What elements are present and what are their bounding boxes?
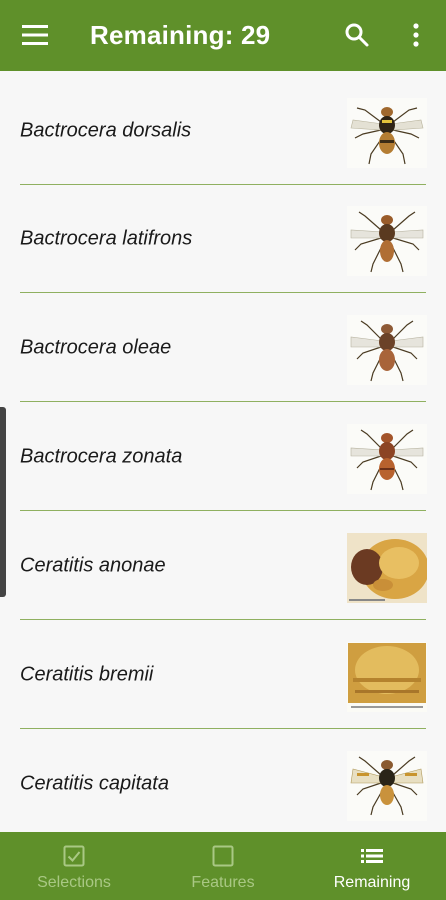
list-icon: [361, 849, 383, 863]
row-divider: [20, 728, 426, 729]
nav-selections[interactable]: Selections: [0, 832, 148, 900]
species-name: Bactrocera oleae: [20, 336, 172, 359]
fly-specimen-thumbnail: [347, 206, 427, 276]
checkbox-checked-icon: [63, 845, 85, 867]
species-row-ceratitis-bremii[interactable]: Ceratitis bremii: [0, 621, 446, 729]
row-divider: [20, 292, 426, 293]
nav-label: Remaining: [333, 874, 411, 891]
fly-abdomen-thumbnail: [347, 642, 427, 712]
row-divider: [20, 401, 426, 402]
species-name: Ceratitis bremii: [20, 663, 154, 686]
species-row-bactrocera-dorsalis[interactable]: Bactrocera dorsalis: [0, 77, 446, 185]
checkbox-empty-icon: [212, 845, 234, 867]
bottom-navigation: Selections Features Remaining: [0, 832, 446, 900]
nav-features[interactable]: Features: [149, 832, 297, 900]
species-row-ceratitis-anonae[interactable]: Ceratitis anonae: [0, 512, 446, 620]
species-name: Bactrocera dorsalis: [20, 119, 192, 142]
fly-specimen-thumbnail: [347, 424, 427, 494]
species-name: Bactrocera latifrons: [20, 227, 193, 250]
nav-label: Features: [191, 874, 255, 891]
menu-icon[interactable]: [22, 24, 48, 46]
species-name: Ceratitis anonae: [20, 554, 166, 577]
species-row-ceratitis-capitata[interactable]: Ceratitis capitata: [0, 730, 446, 832]
row-divider: [20, 619, 426, 620]
nav-remaining[interactable]: Remaining: [298, 832, 446, 900]
species-row-bactrocera-oleae[interactable]: Bactrocera oleae: [0, 294, 446, 402]
scroll-handle[interactable]: [0, 407, 6, 597]
row-divider: [20, 510, 426, 511]
app-bar: Remaining: 29: [0, 0, 446, 71]
species-list: Bactrocera dorsalis Bactrocera latifrons: [0, 71, 446, 832]
nav-label: Selections: [37, 874, 111, 891]
fly-thorax-thumbnail: [347, 533, 427, 603]
more-vert-icon[interactable]: [404, 22, 428, 48]
fly-specimen-thumbnail: [347, 751, 427, 821]
fly-specimen-thumbnail: [347, 98, 427, 168]
search-icon[interactable]: [344, 22, 370, 48]
species-name: Ceratitis capitata: [20, 772, 169, 795]
species-row-bactrocera-latifrons[interactable]: Bactrocera latifrons: [0, 185, 446, 293]
species-row-bactrocera-zonata[interactable]: Bactrocera zonata: [0, 403, 446, 511]
page-title: Remaining: 29: [90, 20, 271, 50]
species-name: Bactrocera zonata: [20, 445, 183, 468]
fly-specimen-thumbnail: [347, 315, 427, 385]
